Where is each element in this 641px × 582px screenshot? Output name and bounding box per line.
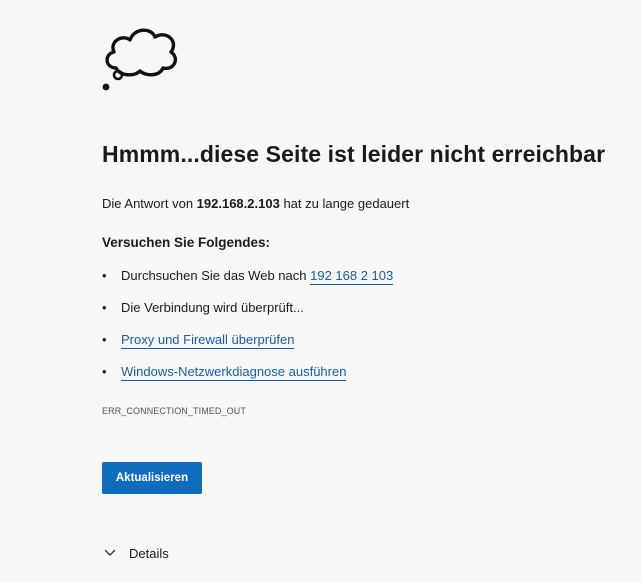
bullet: •	[102, 300, 107, 315]
error-code: ERR_CONNECTION_TIMED_OUT	[102, 406, 246, 416]
network-diagnostics-link[interactable]: Windows-Netzwerkdiagnose ausführen	[121, 364, 347, 381]
chevron-down-icon	[104, 549, 116, 556]
suggestions-list: • Durchsuchen Sie das Web nach 192 168 2…	[102, 266, 394, 394]
search-web-link[interactable]: 192 168 2 103	[310, 268, 394, 285]
details-toggle[interactable]: Details	[104, 543, 169, 563]
bullet: •	[102, 364, 107, 379]
details-label: Details	[129, 545, 169, 561]
list-item: • Die Verbindung wird überprüft...	[102, 298, 393, 330]
host-address: 192.168.2.103	[196, 196, 280, 211]
list-item: • Durchsuchen Sie das Web nach 192 168 2…	[102, 266, 394, 298]
proxy-firewall-link[interactable]: Proxy und Firewall überprüfen	[121, 332, 295, 349]
bullet: •	[102, 268, 107, 283]
refresh-button[interactable]: Aktualisieren	[102, 462, 202, 494]
page-title: Hmmm...diese Seite ist leider nicht erre…	[102, 141, 606, 167]
suggestions-heading: Versuchen Sie Folgendes:	[102, 235, 271, 250]
response-suffix: hat zu lange gedauert	[283, 196, 410, 211]
search-web-text: Durchsuchen Sie das Web nach	[121, 268, 307, 283]
list-item: • Windows-Netzwerkdiagnose ausführen	[102, 362, 393, 394]
checking-connection-text: Die Verbindung wird überprüft...	[121, 300, 304, 315]
list-item: • Proxy und Firewall überprüfen	[102, 330, 393, 362]
thought-bubble-icon	[102, 28, 178, 91]
bullet: •	[102, 332, 107, 347]
response-prefix: Die Antwort von	[102, 196, 194, 211]
response-message: Die Antwort von 192.168.2.103 hat zu lan…	[102, 196, 409, 211]
